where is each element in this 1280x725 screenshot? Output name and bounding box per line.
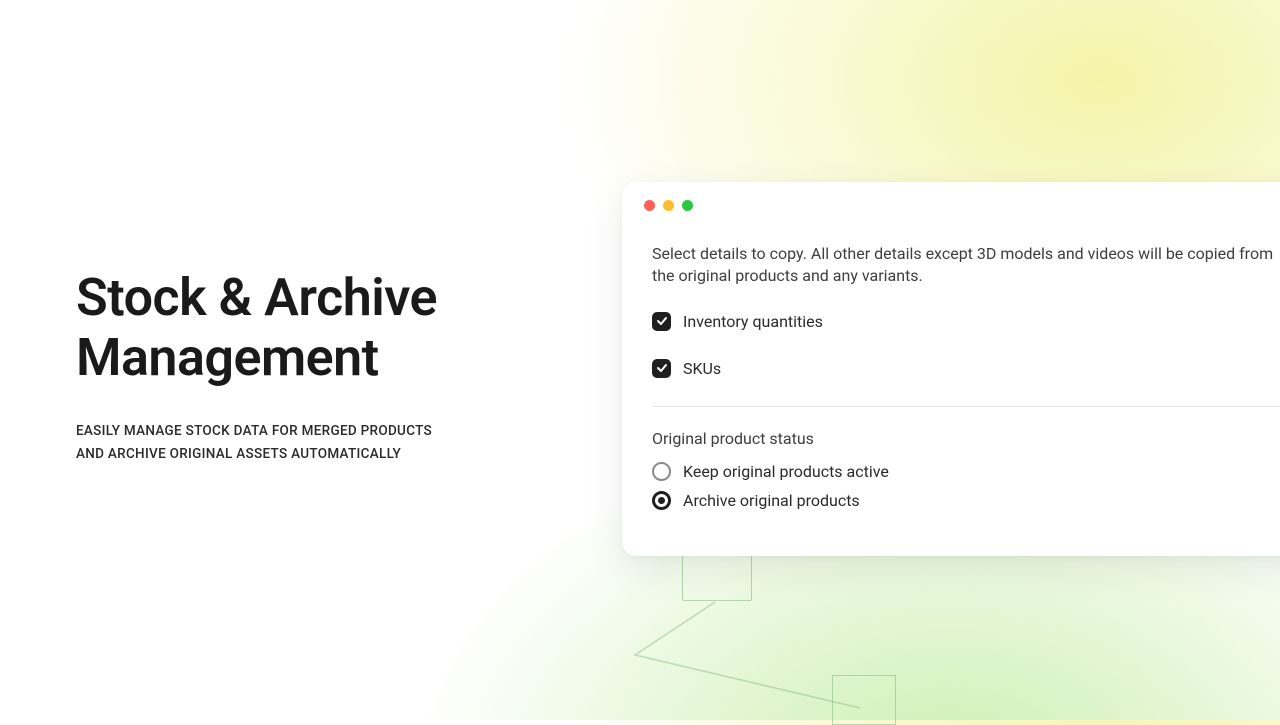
status-section-heading: Original product status	[652, 429, 1280, 448]
radio-unselected-icon	[652, 462, 671, 481]
radio-selected-icon	[652, 491, 671, 510]
page-subtitle: EASILY MANAGE STOCK DATA FOR MERGED PROD…	[76, 420, 436, 466]
decoration-box	[832, 675, 896, 725]
radio-keep-active[interactable]: Keep original products active	[652, 462, 1280, 481]
radio-label: Archive original products	[683, 491, 860, 510]
dialog-description: Select details to copy. All other detail…	[652, 243, 1280, 288]
checkbox-label: SKUs	[683, 359, 721, 378]
checkbox-label: Inventory quantities	[683, 312, 823, 331]
radio-archive-products[interactable]: Archive original products	[652, 491, 1280, 510]
checkbox-skus[interactable]: SKUs	[652, 359, 1280, 378]
decoration-box	[682, 555, 752, 601]
divider	[652, 406, 1280, 407]
minimize-icon[interactable]	[663, 200, 674, 211]
decoration-line	[630, 600, 860, 710]
radio-label: Keep original products active	[683, 462, 889, 481]
checkbox-checked-icon	[652, 359, 671, 378]
window-controls	[622, 200, 1280, 211]
checkbox-inventory-quantities[interactable]: Inventory quantities	[652, 312, 1280, 331]
close-icon[interactable]	[644, 200, 655, 211]
hero-panel: Stock & Archive Management EASILY MANAGE…	[76, 268, 516, 465]
page-title: Stock & Archive Management	[76, 268, 516, 388]
checkbox-checked-icon	[652, 312, 671, 331]
maximize-icon[interactable]	[682, 200, 693, 211]
dialog-body: Select details to copy. All other detail…	[622, 211, 1280, 510]
copy-details-dialog: Select details to copy. All other detail…	[622, 182, 1280, 556]
